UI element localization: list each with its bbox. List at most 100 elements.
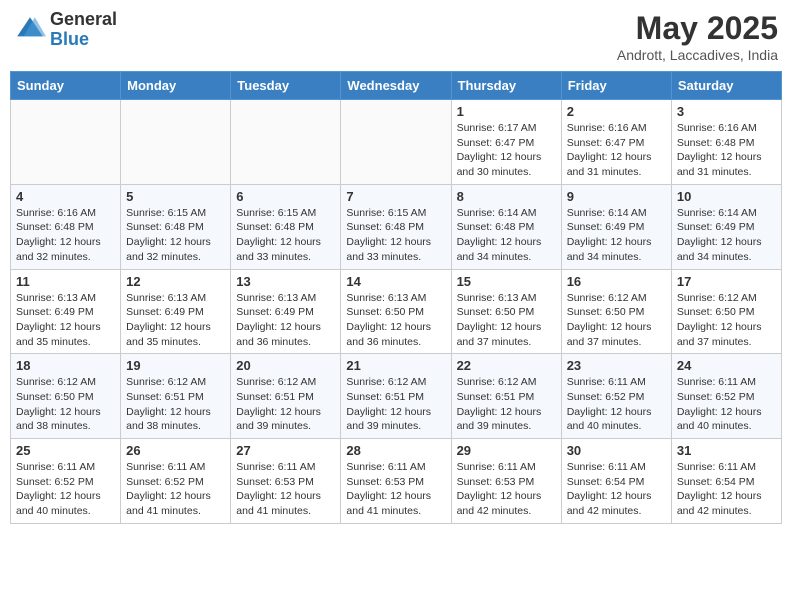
day-info: Sunrise: 6:15 AMSunset: 6:48 PMDaylight:… [236, 206, 335, 265]
title-block: May 2025 Andrott, Laccadives, India [617, 10, 778, 63]
day-number: 15 [457, 274, 556, 289]
day-info: Sunrise: 6:12 AMSunset: 6:51 PMDaylight:… [457, 375, 556, 434]
calendar-day-cell: 16Sunrise: 6:12 AMSunset: 6:50 PMDayligh… [561, 269, 671, 354]
day-number: 24 [677, 358, 776, 373]
calendar-day-cell: 31 Sunrise: 6:11 AMSunset: 6:54 PMDayligh… [671, 439, 781, 524]
calendar-day-cell: 2 Sunrise: 6:16 AMSunset: 6:47 PMDaylight… [561, 100, 671, 185]
calendar-day-cell: 28 Sunrise: 6:11 AMSunset: 6:53 PMDayligh… [341, 439, 451, 524]
day-number: 8 [457, 189, 556, 204]
calendar-day-cell: 3 Sunrise: 6:16 AMSunset: 6:48 PMDaylight… [671, 100, 781, 185]
day-info: Sunrise: 6:12 AMSunset: 6:51 PMDaylight:… [346, 375, 445, 434]
day-number: 26 [126, 443, 225, 458]
day-number: 1 [457, 104, 556, 119]
calendar-day-cell: 10 Sunrise: 6:14 AMSunset: 6:49 PMDayligh… [671, 184, 781, 269]
day-info: Sunrise: 6:13 AMSunset: 6:50 PMDaylight:… [346, 291, 445, 350]
day-info: Sunrise: 6:13 AMSunset: 6:49 PMDaylight:… [126, 291, 225, 350]
day-of-week-header: Thursday [451, 72, 561, 100]
day-number: 11 [16, 274, 115, 289]
calendar-day-cell: 23Sunrise: 6:11 AMSunset: 6:52 PMDayligh… [561, 354, 671, 439]
calendar-day-cell: 22 Sunrise: 6:12 AMSunset: 6:51 PMDayligh… [451, 354, 561, 439]
day-number: 5 [126, 189, 225, 204]
day-number: 14 [346, 274, 445, 289]
day-info: Sunrise: 6:12 AMSunset: 6:50 PMDaylight:… [677, 291, 776, 350]
calendar-day-cell: 24 Sunrise: 6:11 AMSunset: 6:52 PMDayligh… [671, 354, 781, 439]
calendar-day-cell: 12 Sunrise: 6:13 AMSunset: 6:49 PMDayligh… [121, 269, 231, 354]
day-info: Sunrise: 6:16 AMSunset: 6:47 PMDaylight:… [567, 121, 666, 180]
calendar-day-cell: 15 Sunrise: 6:13 AMSunset: 6:50 PMDayligh… [451, 269, 561, 354]
day-number: 21 [346, 358, 445, 373]
day-number: 18 [16, 358, 115, 373]
day-info: Sunrise: 6:14 AMSunset: 6:49 PMDaylight:… [677, 206, 776, 265]
day-number: 27 [236, 443, 335, 458]
calendar-day-cell: 25 Sunrise: 6:11 AMSunset: 6:52 PMDayligh… [11, 439, 121, 524]
logo-general-text: General [50, 10, 117, 30]
day-info: Sunrise: 6:13 AMSunset: 6:49 PMDaylight:… [236, 291, 335, 350]
day-info: Sunrise: 6:11 AMSunset: 6:52 PMDaylight:… [677, 375, 776, 434]
page-header: General Blue May 2025 Andrott, Laccadive… [10, 10, 782, 63]
day-number: 31 [677, 443, 776, 458]
day-of-week-header: Tuesday [231, 72, 341, 100]
day-info: Sunrise: 6:13 AMSunset: 6:49 PMDaylight:… [16, 291, 115, 350]
day-number: 7 [346, 189, 445, 204]
calendar-day-cell: 11 Sunrise: 6:13 AMSunset: 6:49 PMDayligh… [11, 269, 121, 354]
calendar-day-cell: 14 Sunrise: 6:13 AMSunset: 6:50 PMDayligh… [341, 269, 451, 354]
day-of-week-header: Friday [561, 72, 671, 100]
day-info: Sunrise: 6:14 AMSunset: 6:48 PMDaylight:… [457, 206, 556, 265]
day-info: Sunrise: 6:16 AMSunset: 6:48 PMDaylight:… [677, 121, 776, 180]
calendar-day-cell: 5 Sunrise: 6:15 AMSunset: 6:48 PMDaylight… [121, 184, 231, 269]
day-number: 25 [16, 443, 115, 458]
day-number: 9 [567, 189, 666, 204]
day-of-week-header: Wednesday [341, 72, 451, 100]
day-number: 4 [16, 189, 115, 204]
calendar-empty-cell [11, 100, 121, 185]
day-info: Sunrise: 6:11 AMSunset: 6:52 PMDaylight:… [16, 460, 115, 519]
day-number: 23 [567, 358, 666, 373]
day-info: Sunrise: 6:14 AMSunset: 6:49 PMDaylight:… [567, 206, 666, 265]
day-info: Sunrise: 6:16 AMSunset: 6:48 PMDaylight:… [16, 206, 115, 265]
calendar-day-cell: 8 Sunrise: 6:14 AMSunset: 6:48 PMDaylight… [451, 184, 561, 269]
calendar-day-cell: 1Sunrise: 6:17 AMSunset: 6:47 PMDaylight… [451, 100, 561, 185]
calendar-empty-cell [231, 100, 341, 185]
calendar-empty-cell [121, 100, 231, 185]
day-info: Sunrise: 6:11 AMSunset: 6:53 PMDaylight:… [457, 460, 556, 519]
day-info: Sunrise: 6:11 AMSunset: 6:53 PMDaylight:… [236, 460, 335, 519]
month-title: May 2025 [617, 10, 778, 47]
calendar-week-row: 11 Sunrise: 6:13 AMSunset: 6:49 PMDayligh… [11, 269, 782, 354]
day-number: 3 [677, 104, 776, 119]
calendar-week-row: 1Sunrise: 6:17 AMSunset: 6:47 PMDaylight… [11, 100, 782, 185]
day-of-week-header: Sunday [11, 72, 121, 100]
calendar-day-cell: 6 Sunrise: 6:15 AMSunset: 6:48 PMDaylight… [231, 184, 341, 269]
day-number: 2 [567, 104, 666, 119]
calendar-header-row: SundayMondayTuesdayWednesdayThursdayFrid… [11, 72, 782, 100]
logo: General Blue [14, 10, 117, 50]
calendar-empty-cell [341, 100, 451, 185]
day-info: Sunrise: 6:11 AMSunset: 6:54 PMDaylight:… [567, 460, 666, 519]
day-info: Sunrise: 6:11 AMSunset: 6:53 PMDaylight:… [346, 460, 445, 519]
day-number: 6 [236, 189, 335, 204]
logo-icon [14, 14, 46, 46]
day-of-week-header: Monday [121, 72, 231, 100]
calendar-day-cell: 27 Sunrise: 6:11 AMSunset: 6:53 PMDayligh… [231, 439, 341, 524]
calendar-day-cell: 7Sunrise: 6:15 AMSunset: 6:48 PMDaylight… [341, 184, 451, 269]
day-number: 22 [457, 358, 556, 373]
day-info: Sunrise: 6:12 AMSunset: 6:50 PMDaylight:… [16, 375, 115, 434]
day-info: Sunrise: 6:11 AMSunset: 6:52 PMDaylight:… [126, 460, 225, 519]
day-info: Sunrise: 6:15 AMSunset: 6:48 PMDaylight:… [126, 206, 225, 265]
logo-blue-text: Blue [50, 30, 117, 50]
day-number: 19 [126, 358, 225, 373]
calendar-day-cell: 18 Sunrise: 6:12 AMSunset: 6:50 PMDayligh… [11, 354, 121, 439]
location-subtitle: Andrott, Laccadives, India [617, 47, 778, 63]
calendar-day-cell: 4 Sunrise: 6:16 AMSunset: 6:48 PMDaylight… [11, 184, 121, 269]
calendar-day-cell: 30Sunrise: 6:11 AMSunset: 6:54 PMDayligh… [561, 439, 671, 524]
calendar-day-cell: 9 Sunrise: 6:14 AMSunset: 6:49 PMDaylight… [561, 184, 671, 269]
day-number: 12 [126, 274, 225, 289]
calendar-day-cell: 29Sunrise: 6:11 AMSunset: 6:53 PMDayligh… [451, 439, 561, 524]
day-number: 28 [346, 443, 445, 458]
day-info: Sunrise: 6:13 AMSunset: 6:50 PMDaylight:… [457, 291, 556, 350]
day-info: Sunrise: 6:11 AMSunset: 6:54 PMDaylight:… [677, 460, 776, 519]
calendar-week-row: 18 Sunrise: 6:12 AMSunset: 6:50 PMDayligh… [11, 354, 782, 439]
day-number: 10 [677, 189, 776, 204]
calendar-day-cell: 13 Sunrise: 6:13 AMSunset: 6:49 PMDayligh… [231, 269, 341, 354]
day-number: 13 [236, 274, 335, 289]
calendar-day-cell: 19Sunrise: 6:12 AMSunset: 6:51 PMDayligh… [121, 354, 231, 439]
